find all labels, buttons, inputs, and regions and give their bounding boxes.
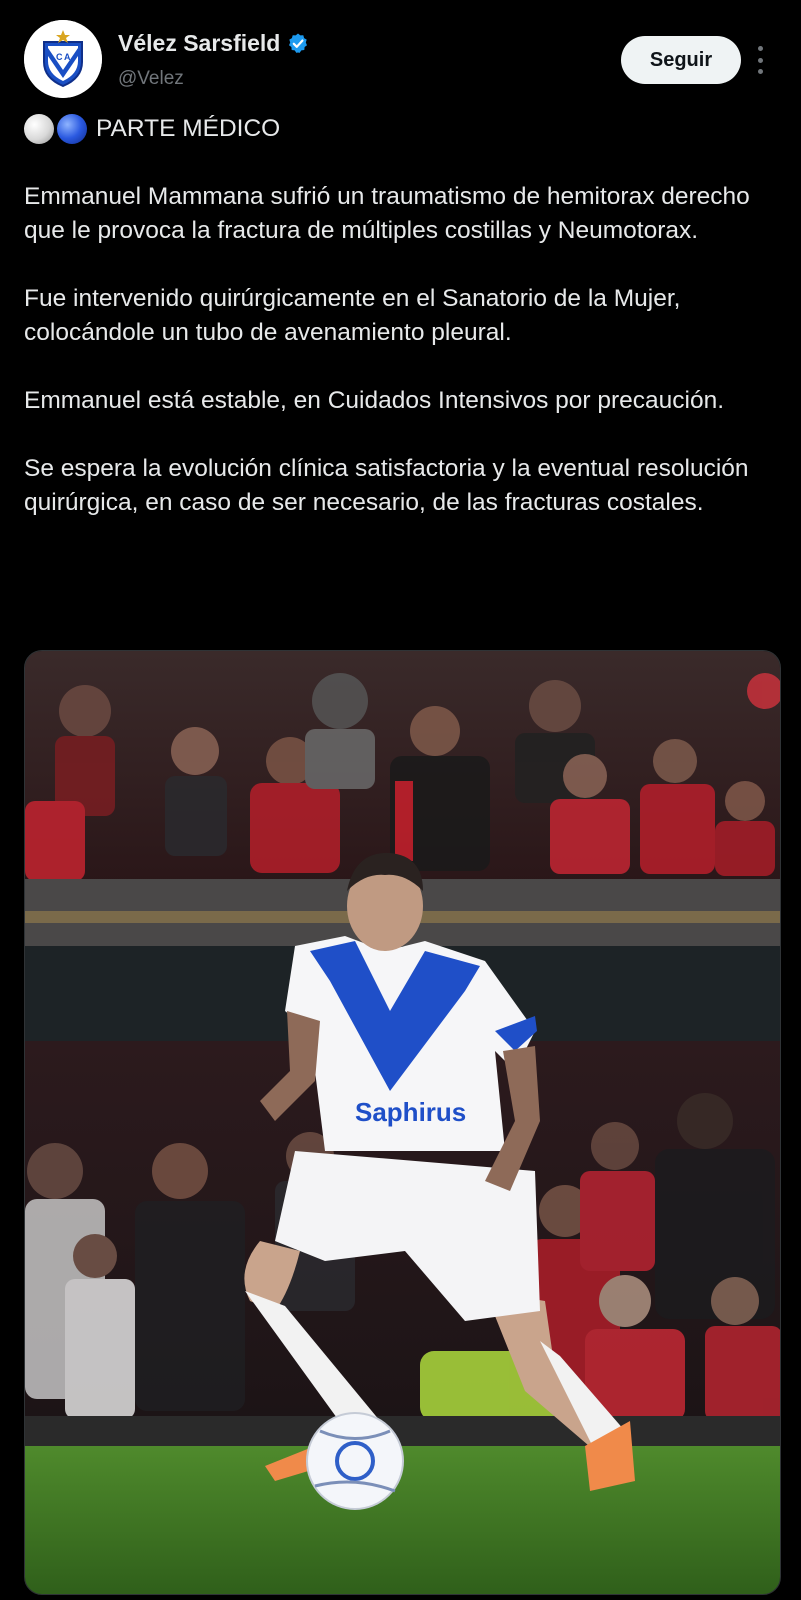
- velez-crest-icon[interactable]: C A: [24, 20, 102, 98]
- more-dot: [757, 69, 763, 74]
- football: [306, 1412, 404, 1510]
- svg-text:A: A: [64, 52, 71, 62]
- tweet-title: PARTE MÉDICO: [96, 115, 281, 142]
- more-vertical-icon[interactable]: [752, 42, 768, 78]
- more-dot: [757, 57, 763, 63]
- tweet-paragraph: Emmanuel está estable, en Cuidados Inten…: [24, 387, 725, 414]
- tweet-header: C A Vélez Sarsfield @Velez Seguir: [24, 20, 784, 100]
- follow-button[interactable]: Seguir: [621, 36, 741, 84]
- more-dot: [757, 46, 763, 51]
- tweet-photo[interactable]: Saphirus: [24, 650, 781, 1595]
- author-display-name[interactable]: Vélez Sarsfield: [118, 30, 280, 57]
- tweet-title-line: PARTE MÉDICO: [24, 112, 784, 146]
- verified-badge-icon: [286, 32, 310, 56]
- tweet-body: PARTE MÉDICO Emmanuel Mammana sufrió un …: [24, 112, 784, 554]
- tweet-paragraph: Fue intervenido quirúrgicamente en el Sa…: [24, 285, 681, 346]
- shirt-sponsor: Saphirus: [355, 1097, 466, 1127]
- blue-circle-icon: [57, 114, 87, 144]
- author-name-row[interactable]: Vélez Sarsfield: [118, 30, 310, 57]
- tweet-paragraph: Se espera la evolución clínica satisfact…: [24, 455, 749, 516]
- white-circle-icon: [24, 114, 54, 144]
- svg-text:C: C: [56, 52, 63, 62]
- author-handle[interactable]: @Velez: [118, 68, 184, 90]
- player-photo-illustration: Saphirus: [25, 651, 780, 1594]
- tweet-paragraph: Emmanuel Mammana sufrió un traumatismo d…: [24, 183, 750, 244]
